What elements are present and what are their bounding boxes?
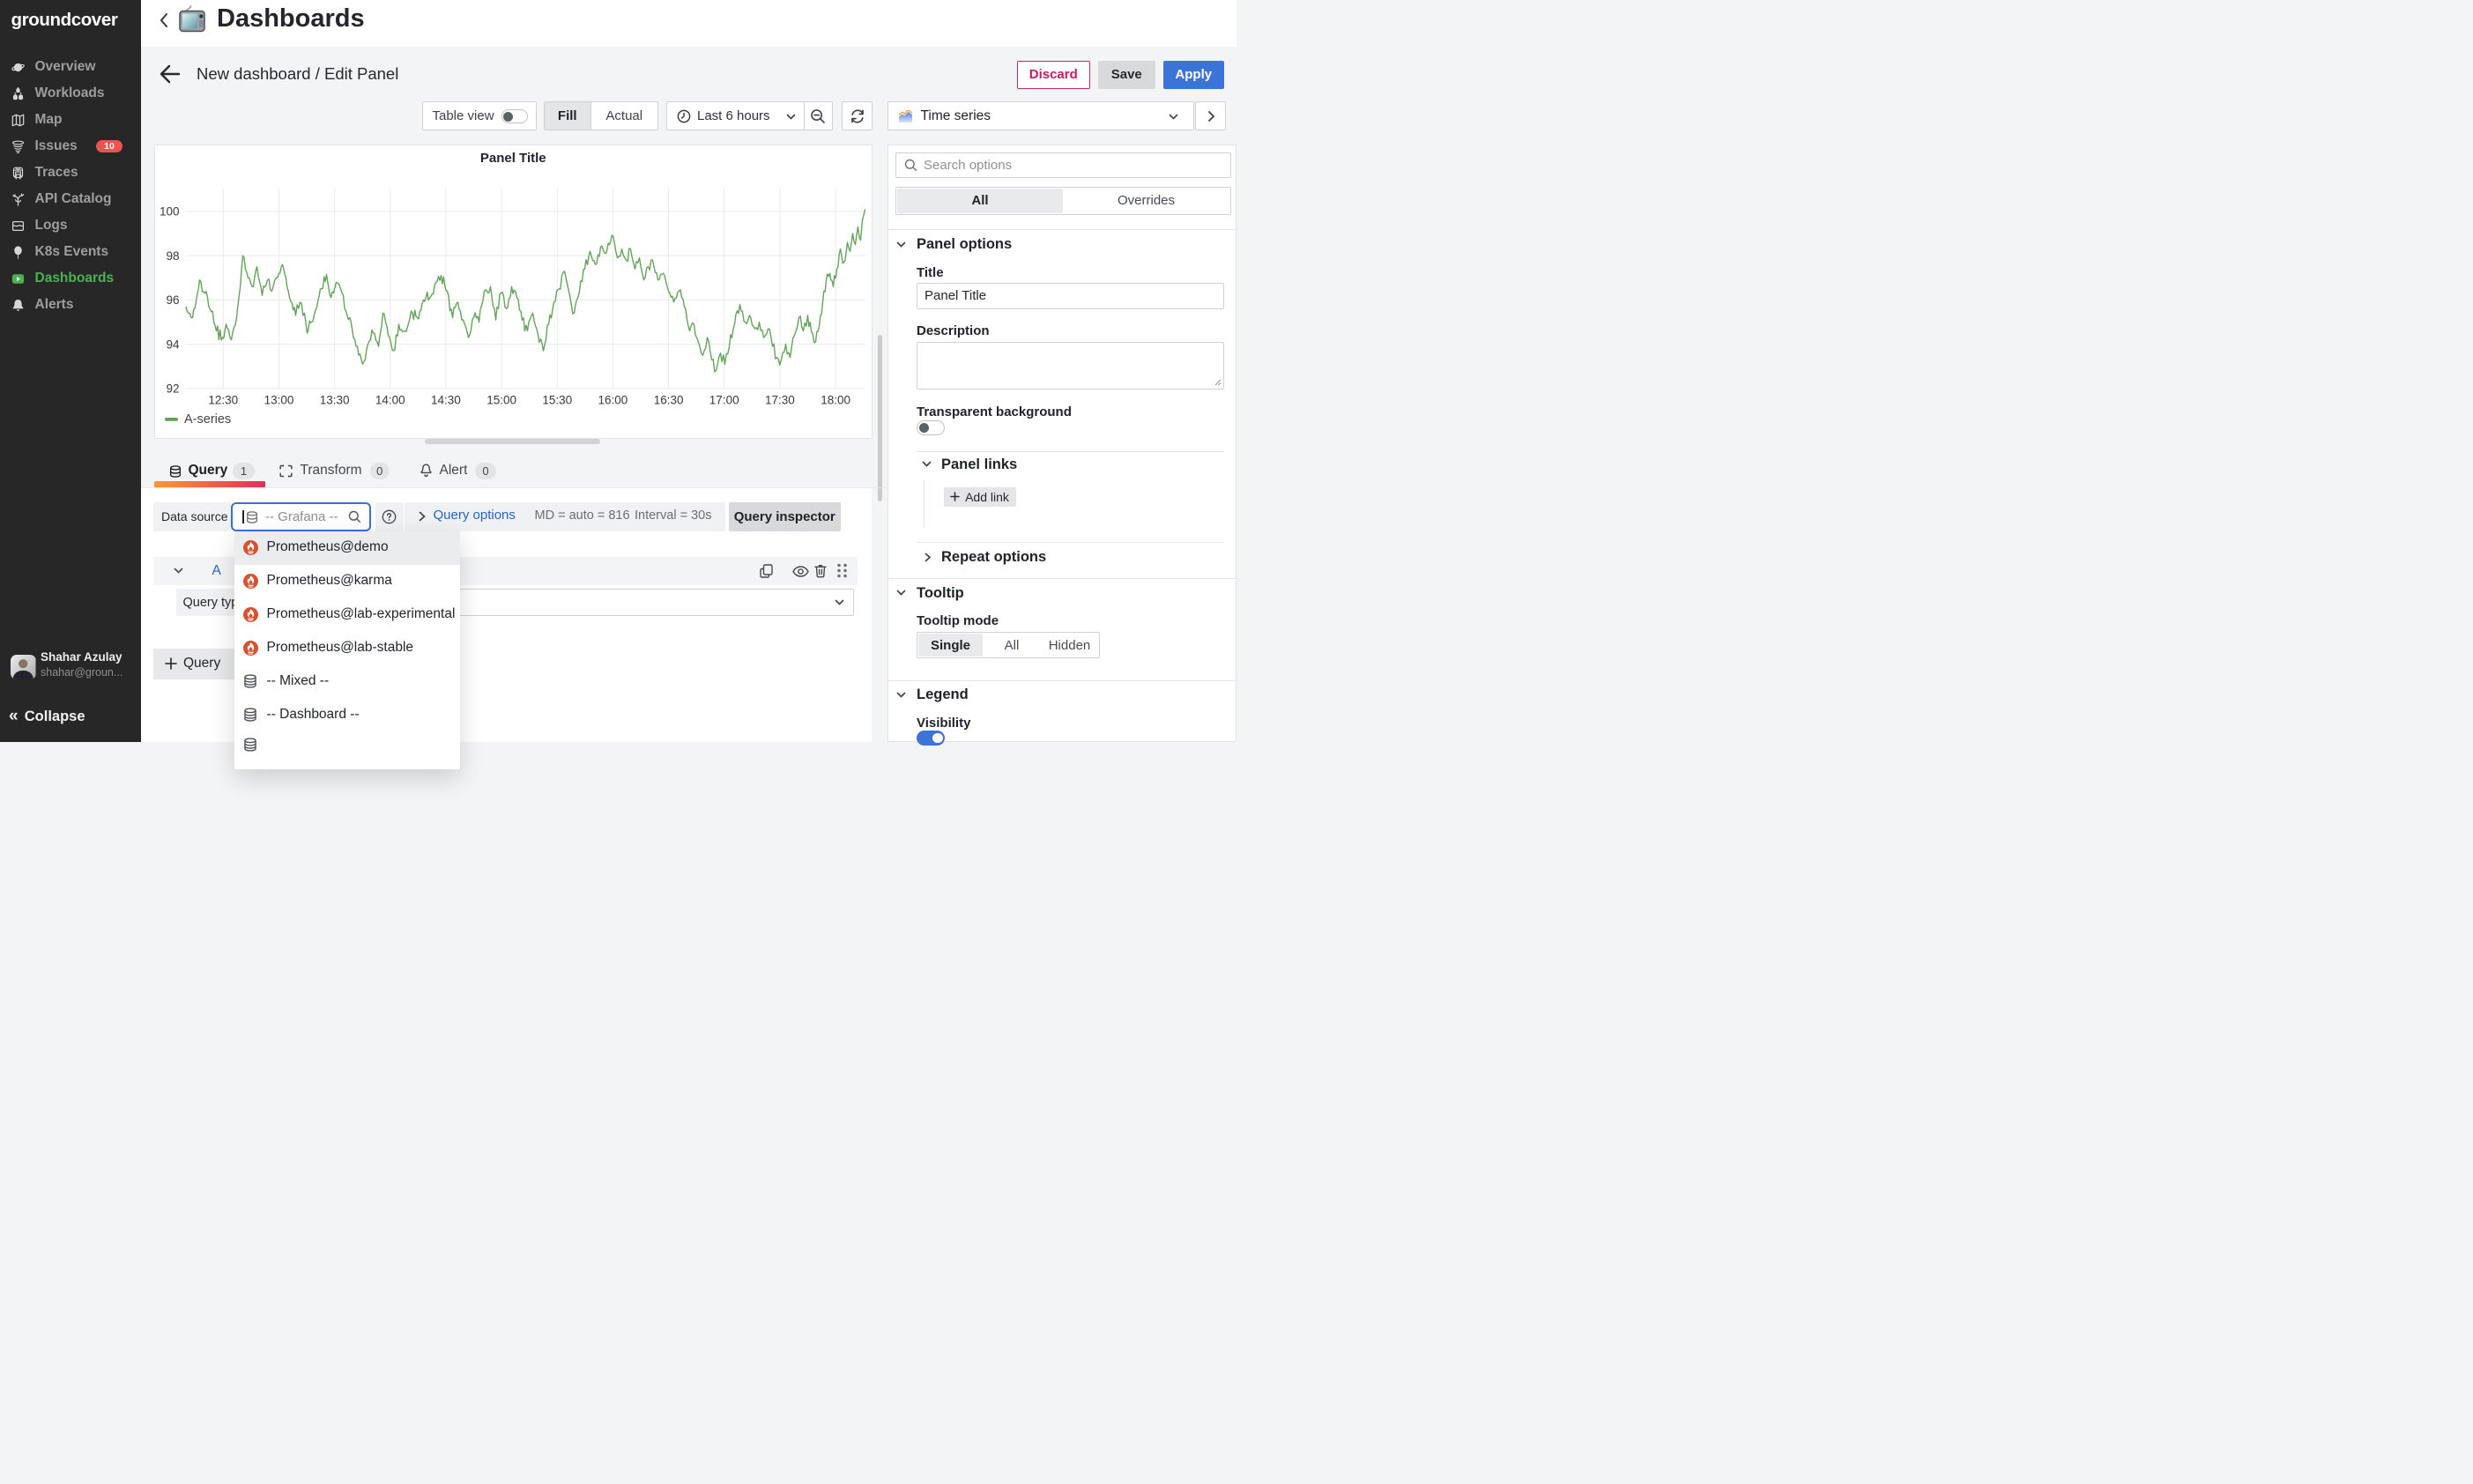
svg-text:14:30: 14:30 [431, 393, 461, 406]
svg-text:17:00: 17:00 [709, 393, 739, 406]
svg-text:13:30: 13:30 [319, 393, 349, 406]
svg-text:13:00: 13:00 [264, 393, 293, 406]
svg-text:15:00: 15:00 [486, 393, 516, 406]
svg-text:100: 100 [159, 204, 179, 218]
svg-text:14:00: 14:00 [375, 393, 405, 406]
svg-text:17:30: 17:30 [765, 393, 795, 406]
svg-text:96: 96 [166, 293, 179, 307]
svg-text:92: 92 [166, 382, 179, 395]
svg-text:16:30: 16:30 [653, 393, 683, 406]
svg-text:15:30: 15:30 [542, 393, 572, 406]
svg-text:A-series: A-series [184, 412, 231, 427]
svg-text:98: 98 [166, 249, 179, 262]
svg-text:94: 94 [166, 338, 180, 351]
svg-text:18:00: 18:00 [821, 393, 850, 406]
svg-text:12:30: 12:30 [208, 393, 238, 406]
svg-text:16:00: 16:00 [598, 393, 628, 406]
